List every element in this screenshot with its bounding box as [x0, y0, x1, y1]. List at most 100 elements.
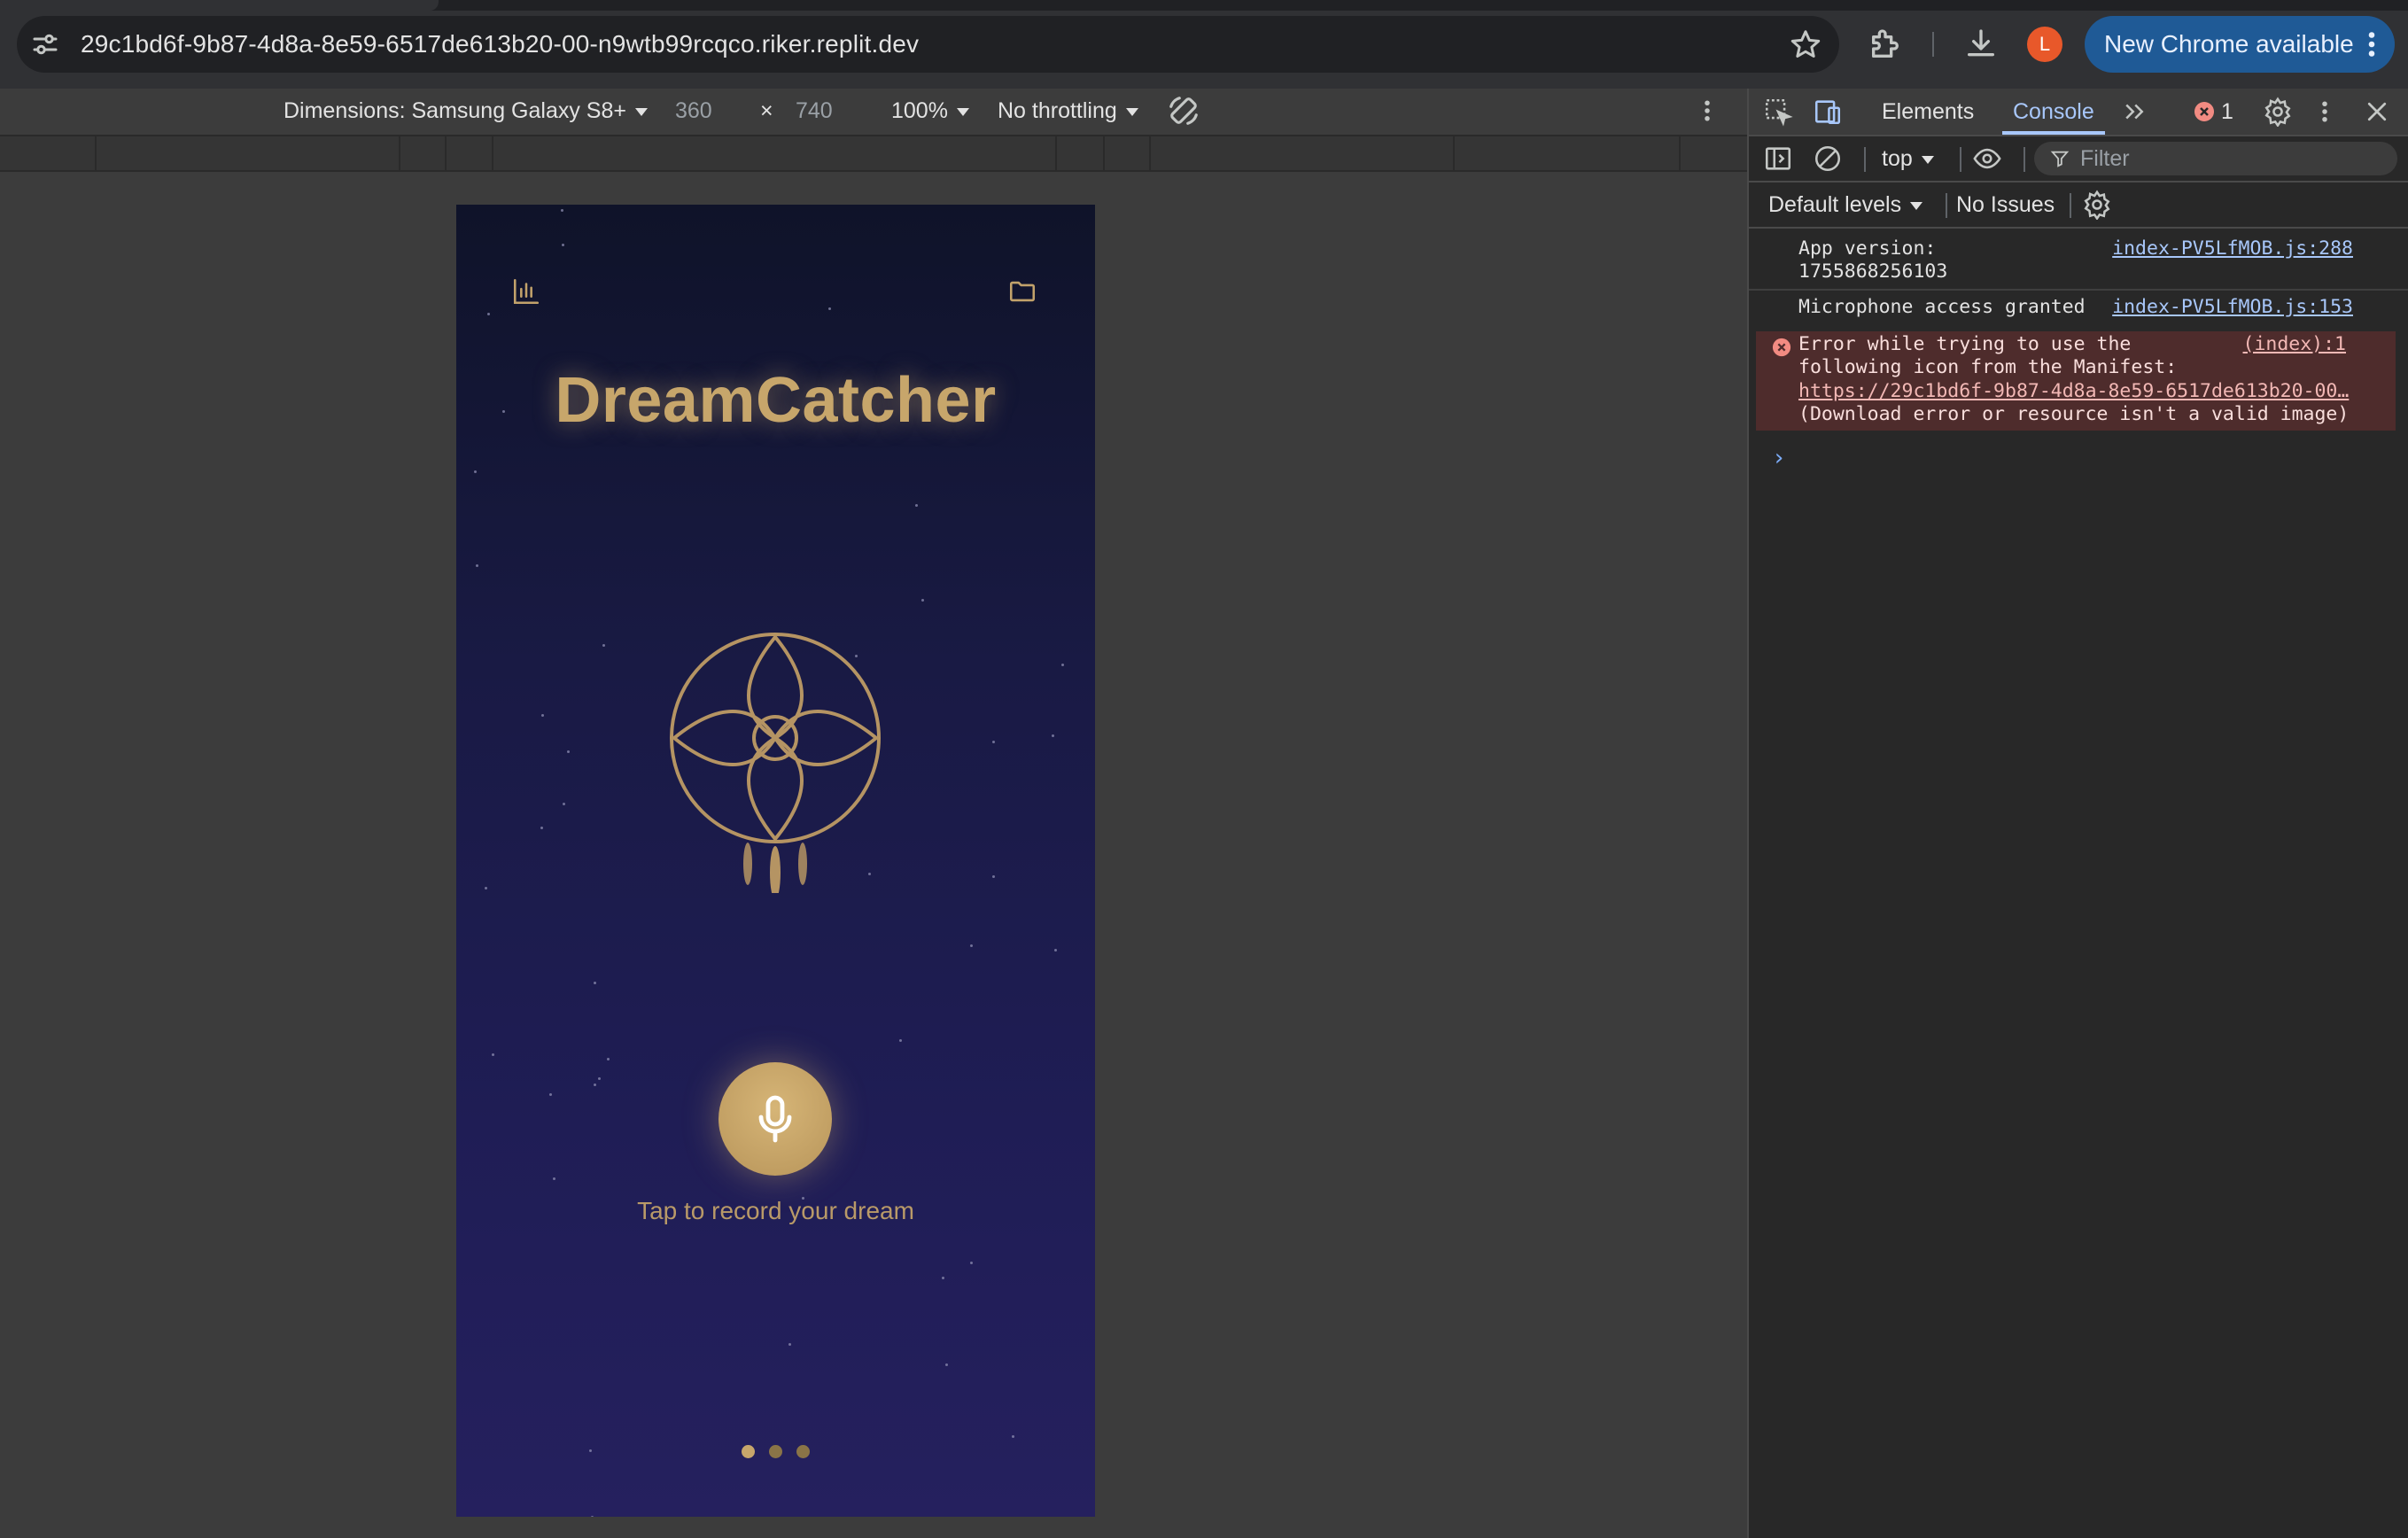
url-text[interactable]: 29c1bd6f-9b87-4d8a-8e59-6517de613b20-00-…	[81, 16, 919, 73]
settings-gear-icon[interactable]	[2263, 97, 2293, 127]
console-filter-input[interactable]: Filter	[2034, 142, 2397, 175]
console-error-source[interactable]: (index):1	[2243, 333, 2347, 356]
page-dot-active[interactable]	[742, 1445, 755, 1458]
live-expression-eye-icon[interactable]	[1972, 144, 2002, 174]
throttling-label: No throttling	[998, 98, 1117, 123]
star-dot	[945, 1363, 948, 1366]
width-input[interactable]: 360	[675, 89, 712, 133]
page-dot[interactable]	[796, 1445, 810, 1458]
star-dot	[561, 209, 563, 212]
media-query-ruler	[0, 135, 1747, 172]
browser-toolbar: 29c1bd6f-9b87-4d8a-8e59-6517de613b20-00-…	[0, 0, 2408, 89]
dimension-times: ×	[760, 98, 773, 123]
star-dot	[970, 1262, 973, 1264]
tab-elements[interactable]: Elements	[1882, 89, 1974, 135]
separator	[2070, 193, 2071, 218]
console-error-link[interactable]: https://29c1bd6f-9b87-4d8a-8e59-6517de61…	[1798, 380, 2349, 403]
context-select[interactable]: top	[1882, 136, 1934, 181]
rotate-icon[interactable]	[1167, 94, 1200, 128]
star-dot	[594, 982, 596, 984]
bookmark-star-icon[interactable]	[1790, 28, 1822, 60]
console-toolbar: top Filter	[1749, 136, 2408, 183]
chevron-down-icon	[1125, 107, 1138, 116]
console-message-source[interactable]: index-PV5LfMOB.js:153	[2112, 296, 2353, 319]
star-dot	[970, 944, 973, 947]
issues-link[interactable]: No Issues	[1956, 183, 2055, 227]
error-icon	[2194, 102, 2214, 121]
chevron-down-icon	[635, 107, 648, 116]
star-dot	[553, 1177, 555, 1180]
separator	[1864, 147, 1866, 172]
folder-icon[interactable]	[1007, 276, 1037, 307]
throttling-select[interactable]: No throttling	[998, 89, 1138, 133]
star-dot	[1012, 1435, 1014, 1438]
star-dot	[563, 803, 565, 805]
separator	[2023, 147, 2025, 172]
context-label: top	[1882, 146, 1913, 171]
close-icon[interactable]	[2364, 98, 2390, 125]
filter-funnel-icon	[2050, 151, 2070, 167]
star-dot	[1054, 949, 1057, 952]
separator	[1960, 147, 1961, 172]
inspect-element-icon[interactable]	[1763, 97, 1793, 127]
more-options-icon[interactable]	[1697, 97, 1717, 124]
device-toggle-icon[interactable]	[1813, 97, 1843, 127]
log-levels-select[interactable]: Default levels	[1768, 183, 1923, 227]
chrome-update-label: New Chrome available	[2104, 30, 2354, 58]
chevron-down-icon	[1921, 155, 1934, 164]
star-dot	[828, 307, 831, 310]
star-dot	[921, 599, 924, 602]
page-dot[interactable]	[769, 1445, 782, 1458]
console-error-detail: (Download error or resource isn't a vali…	[1798, 403, 2350, 425]
console-message: Microphone access granted index-PV5LfMOB…	[1749, 294, 2408, 324]
console-message-text: App version: 1755868256103	[1798, 237, 1948, 283]
star-dot	[540, 827, 543, 829]
app-title: DreamCatcher	[555, 365, 997, 436]
console-message-source[interactable]: index-PV5LfMOB.js:288	[2112, 237, 2353, 260]
devtools-panel: Elements Console 1 top Filter Default le…	[1747, 89, 2408, 1538]
chrome-update-button[interactable]: New Chrome available	[2085, 16, 2395, 73]
more-tabs-icon[interactable]	[2121, 98, 2148, 125]
profile-avatar[interactable]: L	[2027, 27, 2062, 62]
sidebar-toggle-icon[interactable]	[1763, 144, 1793, 174]
console-error-message: Error while trying to use the following …	[1756, 331, 2396, 431]
devtools-menu-icon[interactable]	[2316, 98, 2334, 125]
extensions-icon[interactable]	[1868, 27, 1903, 62]
star-dot	[567, 750, 570, 753]
console-settings-icon[interactable]	[2082, 190, 2112, 220]
dreamcatcher-emblem	[670, 633, 881, 893]
console-error-text: Error while trying to use the following …	[1798, 333, 2178, 378]
star-dot	[549, 1093, 552, 1096]
error-counter[interactable]: 1	[2194, 89, 2233, 135]
address-bar[interactable]: 29c1bd6f-9b87-4d8a-8e59-6517de613b20-00-…	[17, 16, 1839, 73]
separator	[1946, 193, 1947, 218]
devtools-tabbar: Elements Console 1	[1749, 89, 2408, 136]
zoom-label: 100%	[891, 98, 948, 123]
more-vert-icon	[2368, 32, 2375, 57]
device-select[interactable]: Dimensions: Samsung Galaxy S8+	[284, 89, 648, 133]
tab-console[interactable]: Console	[2002, 89, 2105, 135]
star-dot	[992, 741, 995, 743]
site-settings-icon[interactable]	[29, 28, 61, 60]
device-viewport: DreamCatcher Tap to record your dream	[456, 205, 1095, 1517]
active-tab-edge[interactable]	[0, 0, 439, 11]
record-button[interactable]	[719, 1062, 832, 1176]
star-dot	[915, 504, 918, 507]
star-dot	[602, 644, 605, 647]
toolbar-separator	[1932, 32, 1934, 57]
clear-console-icon[interactable]	[1813, 144, 1843, 174]
chevron-down-icon	[956, 107, 969, 116]
download-icon[interactable]	[1963, 27, 1999, 62]
log-levels-label: Default levels	[1768, 192, 1902, 217]
device-toolbar: Dimensions: Samsung Galaxy S8+ 360 × 740…	[0, 89, 1747, 135]
star-dot	[598, 1077, 601, 1080]
star-dot	[476, 564, 478, 567]
console-message-text: Microphone access granted	[1798, 296, 2086, 318]
console-prompt[interactable]: ›	[1772, 445, 1786, 471]
zoom-select[interactable]: 100%	[891, 89, 969, 133]
star-dot	[594, 1084, 596, 1086]
stats-icon[interactable]	[511, 276, 541, 307]
height-input[interactable]: 740	[796, 89, 833, 133]
star-dot	[485, 887, 487, 889]
star-dot	[487, 313, 490, 315]
